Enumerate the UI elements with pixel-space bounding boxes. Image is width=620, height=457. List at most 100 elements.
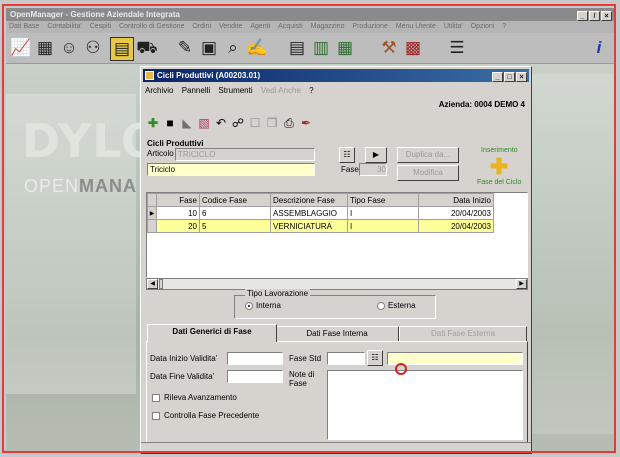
menu-strumenti[interactable]: Strumenti	[218, 86, 252, 95]
cell-tipo[interactable]: I	[347, 219, 419, 233]
save-icon[interactable]: ■	[162, 114, 178, 132]
cell-codice[interactable]: 5	[199, 219, 271, 233]
fase-std-label: Fase Std	[289, 354, 322, 363]
cell-fase[interactable]: 10	[156, 206, 200, 220]
menu-archivio[interactable]: Archivio	[145, 86, 173, 95]
col-data-inizio[interactable]: Data Inizio	[418, 193, 494, 207]
cell-tipo[interactable]: I	[347, 206, 419, 220]
people-icon[interactable]: ☺	[58, 37, 80, 59]
controlla-checkbox[interactable]	[152, 412, 160, 420]
cell-descrizione[interactable]: VERNICIATURA	[270, 219, 348, 233]
data-fine-field[interactable]	[227, 370, 283, 383]
exit-icon[interactable]: ✒	[298, 114, 314, 132]
col-descrizione-fase[interactable]: Descrizione Fase	[270, 193, 348, 207]
duplica-button[interactable]: Duplica da...	[397, 147, 459, 163]
note-textarea[interactable]	[327, 370, 523, 440]
dialog-minimize-button[interactable]: _	[492, 72, 503, 82]
report-icon[interactable]: ▥	[310, 37, 332, 59]
menu-produzione[interactable]: Produzione	[352, 23, 387, 30]
phases-grid[interactable]: Fase Codice Fase Descrizione Fase Tipo F…	[146, 192, 528, 278]
desktop-frame: OpenManager - Gestione Aziendale Integra…	[0, 0, 620, 457]
menu-vendite[interactable]: Vendite	[219, 23, 242, 30]
register-icon[interactable]: ▣	[198, 37, 220, 59]
grid-icon[interactable]: ▦	[34, 37, 56, 59]
menu-help[interactable]: ?	[502, 23, 506, 30]
minimize-button[interactable]: _	[577, 11, 588, 21]
cell-data[interactable]: 20/04/2003	[418, 206, 494, 220]
menu-cespiti[interactable]: Cespiti	[90, 23, 111, 30]
new-record-icon[interactable]: ✚	[145, 114, 161, 132]
print-icon[interactable]: ⎙	[281, 114, 297, 132]
menu-controllo-gestione[interactable]: Controllo di Gestione	[119, 23, 184, 30]
col-fase[interactable]: Fase	[156, 193, 200, 207]
menu-dati-base[interactable]: Dati Base	[9, 23, 39, 30]
folder-icon[interactable]: ▤	[110, 37, 134, 61]
controlla-label[interactable]: Controlla Fase Precedente	[164, 411, 259, 420]
tab-fase-interna[interactable]: Dati Fase Interna	[275, 326, 399, 341]
dialog-close-button[interactable]: ×	[516, 72, 527, 82]
cell-descrizione[interactable]: ASSEMBLAGGIO	[270, 206, 348, 220]
menu-contabilita[interactable]: Contabilita'	[47, 23, 81, 30]
menu-utilita[interactable]: Utilita'	[444, 23, 463, 30]
menu-acquisti[interactable]: Acquisti	[278, 23, 303, 30]
rileva-label[interactable]: Rileva Avanzamento	[164, 393, 237, 402]
articolo-lookup-button[interactable]: ☷	[339, 147, 355, 163]
next-button[interactable]: ▶	[365, 147, 387, 163]
menu-opzioni[interactable]: Opzioni	[471, 23, 495, 30]
menu-menu-utente[interactable]: Menu Utente	[396, 23, 436, 30]
notes-icon[interactable]: ☰	[446, 37, 468, 59]
close-button[interactable]: ×	[601, 11, 612, 21]
undo-icon[interactable]: ↶	[213, 114, 229, 132]
esterna-label[interactable]: Esterna	[388, 301, 416, 310]
interna-radio[interactable]	[245, 302, 253, 310]
lookup-icon: ☷	[343, 150, 351, 159]
scroll-thumb[interactable]	[159, 279, 163, 289]
document-icon[interactable]: ▤	[286, 37, 308, 59]
delete-icon[interactable]: ▧	[196, 114, 212, 132]
binoculars-icon[interactable]: ☍	[230, 114, 246, 132]
col-tipo-fase[interactable]: Tipo Fase	[347, 193, 419, 207]
edit-icon[interactable]: ✍	[246, 37, 268, 59]
rileva-checkbox[interactable]	[152, 394, 160, 402]
truck-icon[interactable]: ⛟	[136, 37, 158, 59]
tools-icon[interactable]: ⚒	[378, 37, 400, 59]
menu-magazzino[interactable]: Magazzino	[311, 23, 345, 30]
grid-header-row: Fase Codice Fase Descrizione Fase Tipo F…	[147, 193, 494, 207]
pin-icon[interactable]: ◣	[179, 114, 195, 132]
dialog-maximize-button[interactable]: □	[504, 72, 515, 82]
fase-std-field[interactable]	[327, 352, 365, 365]
chart-icon[interactable]: 📈	[10, 37, 32, 59]
esterna-radio[interactable]	[377, 302, 385, 310]
pencil-icon[interactable]: ✎	[174, 37, 196, 59]
cell-data[interactable]: 20/04/2003	[418, 219, 494, 233]
search-doc-icon[interactable]: ⌕	[222, 37, 244, 59]
modifica-button[interactable]: Modifica	[397, 165, 459, 181]
fase-std-lookup-button[interactable]: ☷	[367, 350, 383, 366]
gallery-icon[interactable]: ▩	[402, 37, 424, 59]
calculator-icon[interactable]: ▦	[334, 37, 356, 59]
grid-indicator-header	[147, 193, 157, 207]
inserimento-label: Inserimento	[481, 147, 518, 154]
scroll-right-icon[interactable]: ▶	[516, 279, 527, 289]
menu-dialog-help[interactable]: ?	[309, 86, 313, 95]
menu-agenti[interactable]: Agenti	[250, 23, 270, 30]
info-icon[interactable]: i	[588, 37, 610, 59]
interna-label[interactable]: Interna	[256, 301, 281, 310]
add-phase-icon[interactable]: ✚	[489, 156, 509, 178]
descrizione-field[interactable]: Triciclo	[147, 163, 315, 176]
restore-button[interactable]: ̸	[589, 11, 600, 21]
cell-fase[interactable]: 20	[156, 219, 200, 233]
scroll-left-icon[interactable]: ◀	[147, 279, 158, 289]
grid-horizontal-scrollbar[interactable]: ◀ ▶	[146, 278, 528, 290]
fase-del-ciclo-label: Fase del Ciclo	[477, 179, 522, 186]
menu-ordini[interactable]: Ordini	[192, 23, 211, 30]
table-row[interactable]: ▶ 10 6 ASSEMBLAGGIO I 20/04/2003	[147, 206, 494, 220]
col-codice-fase[interactable]: Codice Fase	[199, 193, 271, 207]
menu-pannelli[interactable]: Pannelli	[182, 86, 210, 95]
table-row[interactable]: 20 5 VERNICIATURA I 20/04/2003	[147, 219, 494, 233]
people-group-icon[interactable]: ⚇	[82, 37, 104, 59]
main-toolbar: 📈 ▦ ☺ ⚇ ▤ ⛟ ✎ ▣ ⌕ ✍ ▤ ▥ ▦ ⚒ ▩ ☰ i	[6, 33, 614, 64]
data-inizio-field[interactable]	[227, 352, 283, 365]
tab-dati-generici[interactable]: Dati Generici di Fase	[147, 324, 277, 342]
cell-codice[interactable]: 6	[199, 206, 271, 220]
